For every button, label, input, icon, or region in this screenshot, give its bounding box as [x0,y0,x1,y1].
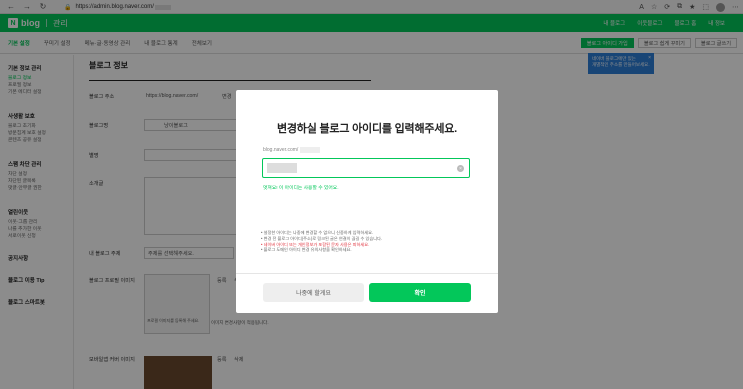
clear-input-icon[interactable]: × [457,165,464,172]
redacted-id [300,147,321,153]
blog-id-modal: 변경하실 블로그 아이디를 입력해주세요. blog.naver.com/ × … [236,90,498,313]
redacted-input-text [267,163,297,173]
later-button[interactable]: 나중에 할게요 [263,283,364,302]
blog-id-field[interactable] [299,165,459,171]
domain-prefix: blog.naver.com/ [263,147,321,153]
availability-message: 멋져요! 이 아이디는 사용할 수 있어요. [263,186,339,191]
modal-divider [236,273,498,274]
domain-prefix-text: blog.naver.com/ [263,147,299,153]
confirm-button[interactable]: 확인 [369,283,471,302]
modal-title: 변경하실 블로그 아이디를 입력해주세요. [276,123,458,135]
notice-list: • 설정한 아이디는 나중에 변경할 수 없으니 신중하게 입력하세요. • 변… [261,230,481,253]
blog-id-input[interactable]: × [262,158,470,178]
notice-item: • 블로그 도메인 아이디 변경 유의사항을 확인하세요. [261,247,352,253]
